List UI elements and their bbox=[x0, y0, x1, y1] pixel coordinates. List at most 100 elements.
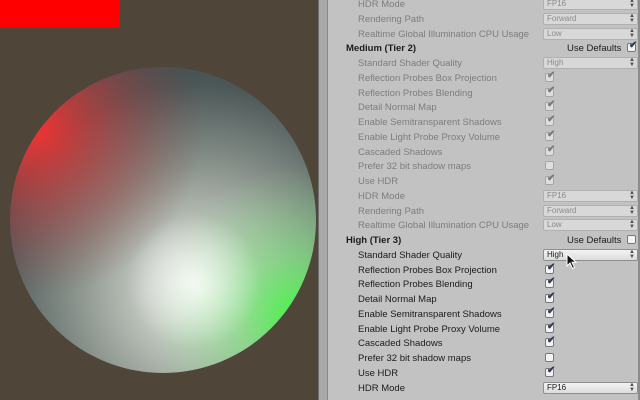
dropdown-value: Low bbox=[547, 28, 562, 38]
tier-header-medium-tier-2: Medium (Tier 2) Use Defaults ✔ bbox=[328, 41, 640, 56]
setting-checkbox bbox=[545, 161, 554, 171]
setting-label: Standard Shader Quality bbox=[358, 249, 463, 261]
setting-label: Use HDR bbox=[358, 367, 399, 379]
dropdown-arrows-icon: ▲ ▼ bbox=[629, 219, 635, 231]
checkmark-icon: ✔ bbox=[547, 128, 556, 140]
use-defaults-checkbox[interactable] bbox=[627, 235, 636, 244]
panel-splitter[interactable] bbox=[318, 0, 328, 400]
setting-label: Reflection Probes Box Projection bbox=[358, 72, 497, 84]
checkmark-icon: ✔ bbox=[629, 40, 638, 52]
setting-dropdown: Low ▲ ▼ bbox=[543, 27, 638, 40]
setting-row-realtime-global-illumination-cpu-usage: Realtime Global Illumination CPU Usage Lo… bbox=[328, 218, 640, 233]
setting-label: Reflection Probes Blending bbox=[358, 87, 473, 99]
setting-label: Enable Semitransparent Shadows bbox=[358, 117, 502, 128]
mouse-cursor-icon bbox=[566, 253, 578, 270]
checkmark-icon: ✔ bbox=[547, 364, 556, 376]
red-overlay-rect bbox=[0, 0, 120, 28]
setting-label: HDR Mode bbox=[358, 190, 405, 202]
setting-row-hdr-mode: HDR Mode FP16 ▲ ▼ bbox=[328, 189, 640, 204]
setting-row-use-hdr: Use HDR ✔ bbox=[328, 174, 640, 189]
dropdown-value: High bbox=[547, 58, 564, 67]
setting-checkbox: ✔ bbox=[545, 143, 556, 156]
setting-checkbox[interactable] bbox=[545, 353, 554, 362]
checkmark-icon: ✔ bbox=[547, 84, 556, 96]
setting-label: Prefer 32 bit shadow maps bbox=[358, 161, 472, 173]
setting-row-realtime-global-illumination-cpu-usage: Realtime Global Illumination CPU Usage Lo… bbox=[328, 27, 640, 42]
setting-checkbox[interactable]: ✔ bbox=[545, 320, 556, 333]
setting-row-cascaded-shadows: Cascaded Shadows ✔ bbox=[328, 336, 640, 351]
setting-checkbox: ✔ bbox=[545, 84, 556, 97]
dropdown-arrows-icon: ▲ ▼ bbox=[629, 0, 635, 9]
setting-checkbox: ✔ bbox=[545, 70, 555, 82]
setting-row-enable-semitransparent-shadows: Enable Semitransparent Shadows ✔ bbox=[328, 306, 640, 322]
setting-label: Use HDR bbox=[358, 176, 399, 187]
dropdown-value: FP16 bbox=[547, 190, 567, 200]
setting-checkbox[interactable]: ✔ bbox=[545, 306, 555, 318]
setting-label: Cascaded Shadows bbox=[358, 338, 443, 350]
setting-dropdown: FP16 ▲ ▼ bbox=[543, 189, 638, 202]
setting-label: Rendering Path bbox=[358, 205, 425, 217]
dropdown-value: FP16 bbox=[547, 382, 567, 392]
setting-label: Reflection Probes Blending bbox=[358, 279, 473, 291]
setting-dropdown[interactable]: FP16 ▲ ▼ bbox=[543, 381, 638, 394]
setting-dropdown: Forward ▲ ▼ bbox=[543, 12, 638, 25]
setting-row-reflection-probes-blending: Reflection Probes Blending ✔ bbox=[328, 84, 640, 101]
setting-checkbox[interactable]: ✔ bbox=[545, 276, 556, 289]
setting-row-enable-semitransparent-shadows: Enable Semitransparent Shadows ✔ bbox=[328, 115, 640, 130]
setting-row-hdr-mode: HDR Mode FP16 ▲ ▼ bbox=[328, 381, 640, 396]
setting-row-prefer-32-bit-shadow-maps: Prefer 32 bit shadow maps bbox=[328, 351, 640, 366]
setting-label: Detail Normal Map bbox=[358, 102, 437, 114]
setting-label: Enable Semitransparent Shadows bbox=[358, 308, 502, 320]
setting-dropdown: High ▲ ▼ bbox=[543, 57, 638, 69]
setting-row-use-hdr: Use HDR ✔ bbox=[328, 364, 640, 381]
setting-row-standard-shader-quality: Standard Shader Quality High ▲ ▼ bbox=[328, 248, 640, 263]
setting-dropdown: Forward ▲ ▼ bbox=[543, 204, 638, 217]
setting-row-enable-light-probe-proxy-volume: Enable Light Probe Proxy Volume ✔ bbox=[328, 320, 640, 337]
setting-checkbox[interactable]: ✔ bbox=[545, 336, 555, 348]
setting-label: Enable Light Probe Proxy Volume bbox=[358, 323, 501, 335]
setting-label: Realtime Global Illumination CPU Usage bbox=[358, 220, 530, 232]
setting-label: High (Tier 3) bbox=[346, 235, 402, 246]
checkmark-icon: ✔ bbox=[547, 291, 556, 302]
setting-checkbox: ✔ bbox=[545, 114, 556, 126]
setting-checkbox[interactable]: ✔ bbox=[545, 291, 556, 303]
dropdown-value: FP16 bbox=[547, 0, 567, 8]
dropdown-arrows-icon: ▲ ▼ bbox=[629, 57, 635, 68]
checkmark-icon: ✔ bbox=[547, 114, 556, 125]
checkmark-icon: ✔ bbox=[547, 143, 556, 155]
checkmark-icon: ✔ bbox=[547, 173, 556, 184]
use-defaults-label: Use Defaults bbox=[567, 235, 622, 246]
setting-row-standard-shader-quality: Standard Shader Quality High ▲ ▼ bbox=[328, 56, 640, 71]
setting-label: Enable Light Probe Proxy Volume bbox=[358, 131, 501, 143]
setting-checkbox[interactable]: ✔ bbox=[545, 364, 556, 377]
dropdown-arrows-icon: ▲ ▼ bbox=[629, 12, 635, 24]
setting-dropdown: FP16 ▲ ▼ bbox=[543, 0, 638, 10]
graphics-tier-settings-panel: HDR Mode FP16 ▲ ▼ Rendering Path Forward ▲ ▼ Rea… bbox=[328, 0, 640, 400]
tier-header-high-tier-3: High (Tier 3) Use Defaults bbox=[328, 233, 640, 248]
setting-label: Medium (Tier 2) bbox=[346, 43, 417, 55]
checkmark-icon: ✔ bbox=[547, 276, 556, 288]
dropdown-value: Low bbox=[547, 220, 562, 230]
scene-viewport[interactable] bbox=[0, 0, 318, 400]
use-defaults-checkbox[interactable]: ✔ bbox=[627, 40, 638, 53]
setting-label: HDR Mode bbox=[358, 382, 405, 394]
setting-row-reflection-probes-box-projection: Reflection Probes Box Projection ✔ bbox=[328, 70, 640, 86]
setting-checkbox[interactable]: ✔ bbox=[545, 261, 556, 274]
setting-row-cascaded-shadows: Cascaded Shadows ✔ bbox=[328, 143, 640, 160]
setting-label: Detail Normal Map bbox=[358, 294, 437, 305]
setting-row-enable-light-probe-proxy-volume: Enable Light Probe Proxy Volume ✔ bbox=[328, 128, 640, 145]
setting-label: Rendering Path bbox=[358, 13, 425, 25]
checkmark-icon: ✔ bbox=[547, 261, 556, 273]
setting-dropdown[interactable]: High ▲ ▼ bbox=[543, 248, 638, 261]
dropdown-value: Forward bbox=[547, 13, 577, 23]
setting-row-detail-normal-map: Detail Normal Map ✔ bbox=[328, 292, 640, 307]
dropdown-arrows-icon: ▲ ▼ bbox=[629, 27, 635, 39]
setting-checkbox: ✔ bbox=[545, 173, 556, 185]
checkmark-icon: ✔ bbox=[547, 320, 556, 332]
setting-row-rendering-path: Rendering Path Forward ▲ ▼ bbox=[328, 204, 640, 219]
setting-label: HDR Mode bbox=[358, 0, 405, 10]
setting-row-reflection-probes-blending: Reflection Probes Blending ✔ bbox=[328, 277, 640, 292]
setting-checkbox: ✔ bbox=[545, 100, 555, 112]
dropdown-arrows-icon: ▲ ▼ bbox=[629, 248, 635, 260]
dropdown-arrows-icon: ▲ ▼ bbox=[629, 189, 635, 201]
